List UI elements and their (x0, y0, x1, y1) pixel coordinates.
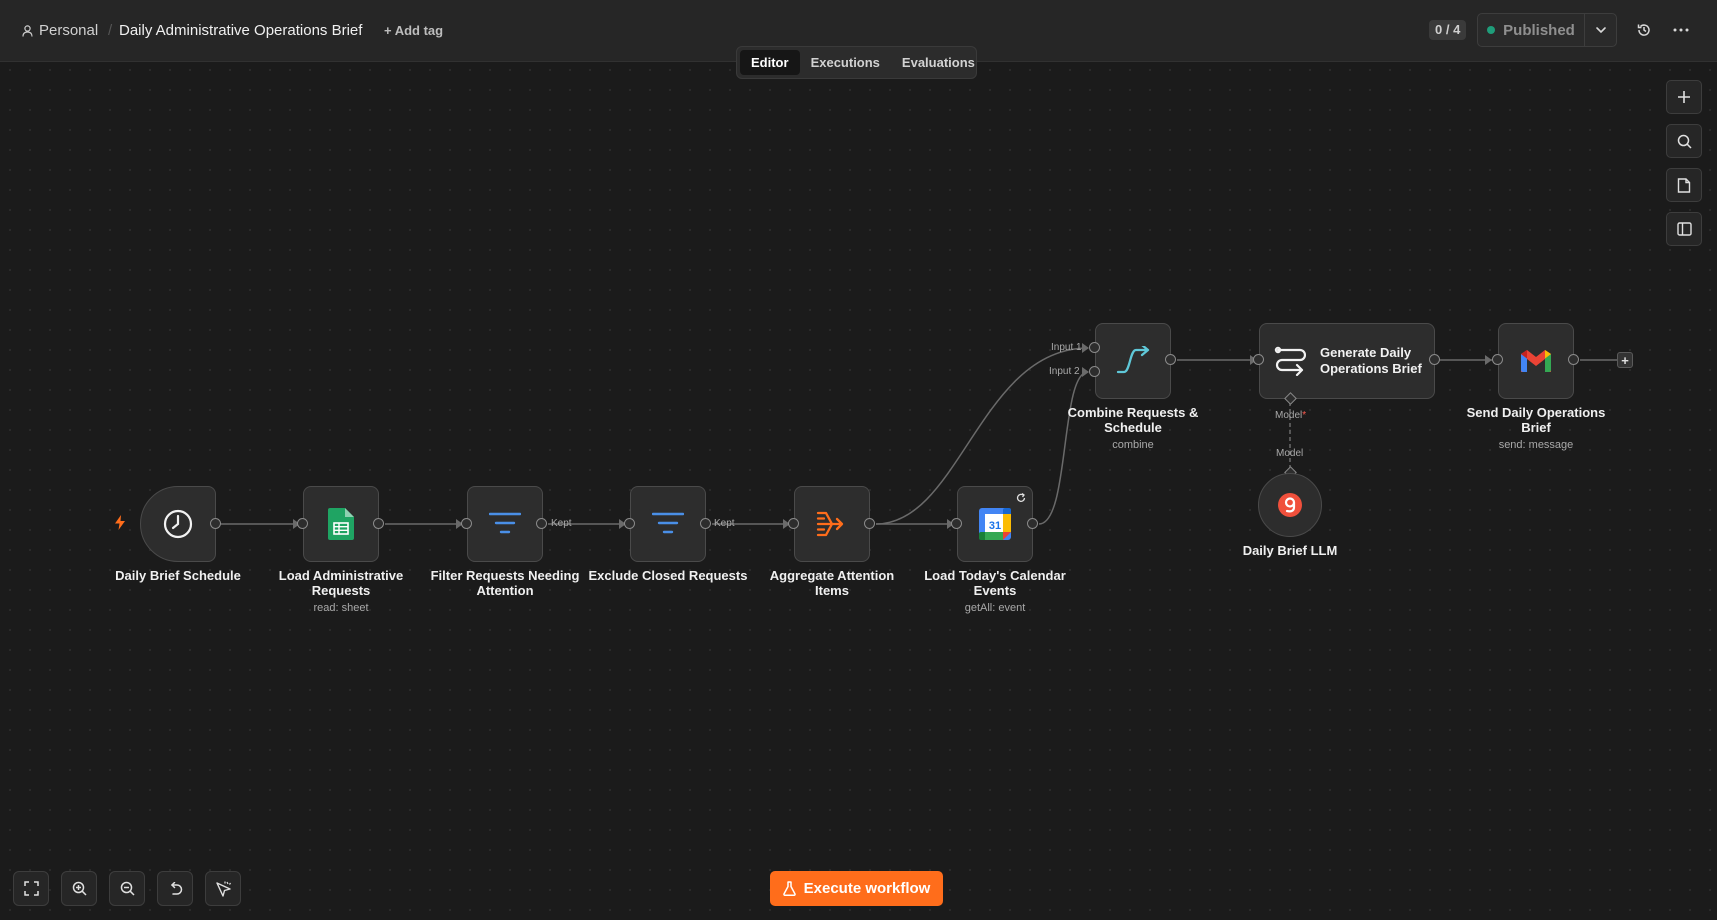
node-label: Exclude Closed Requests (588, 568, 748, 583)
input-2-handle[interactable] (1089, 366, 1100, 377)
node-send-daily-operations-brief[interactable] (1498, 323, 1574, 399)
output-handle[interactable] (1027, 518, 1038, 529)
node-label: Combine Requests & Schedule (1067, 405, 1199, 435)
output-handle[interactable] (1568, 354, 1579, 365)
google-calendar-icon: 31 (979, 508, 1011, 540)
node-daily-brief-schedule[interactable] (140, 486, 216, 562)
add-next-node-button[interactable]: + (1617, 352, 1633, 368)
gmail-icon (1521, 350, 1551, 372)
output-handle[interactable] (373, 518, 384, 529)
ai-agent-icon (1274, 346, 1306, 376)
input-handle[interactable] (461, 518, 472, 529)
node-aggregate-attention-items[interactable] (794, 486, 870, 562)
merge-icon (1116, 346, 1150, 374)
clock-icon (163, 509, 193, 539)
node-subtitle: getAll: event (964, 602, 1026, 614)
llm-logo-icon (1278, 493, 1302, 517)
fit-view-button[interactable] (13, 871, 49, 906)
reset-zoom-button[interactable] (157, 871, 193, 906)
trigger-bolt-icon (115, 515, 125, 530)
input-handle[interactable] (788, 518, 799, 529)
node-exclude-closed-requests[interactable] (630, 486, 706, 562)
zoom-in-icon (72, 881, 87, 896)
aggregate-icon (816, 511, 844, 537)
node-subtitle: combine (1112, 439, 1154, 451)
required-mark: * (1302, 410, 1307, 421)
google-sheets-icon (328, 508, 354, 540)
node-subtitle: read: sheet (313, 602, 369, 614)
tidy-up-button[interactable] (205, 871, 241, 906)
node-combine-requests-schedule[interactable] (1095, 323, 1171, 399)
node-load-todays-calendar-events[interactable]: 31 (957, 486, 1033, 562)
input-handle[interactable] (1492, 354, 1503, 365)
output-handle[interactable] (864, 518, 875, 529)
node-load-administrative-requests[interactable] (303, 486, 379, 562)
undo-icon (170, 881, 182, 895)
output-handle[interactable] (1429, 354, 1440, 365)
connections-layer (221, 343, 1617, 529)
node-label: Daily Brief Schedule (115, 568, 241, 583)
svg-text:31: 31 (989, 520, 1001, 532)
output-handle[interactable] (1165, 354, 1176, 365)
execute-label: Execute workflow (803, 880, 931, 897)
cleanup-icon (216, 881, 231, 897)
node-label: Load Today's Calendar Events (924, 568, 1066, 598)
node-generate-daily-operations-brief[interactable]: Generate Daily Operations Brief (1259, 323, 1435, 399)
node-label: Generate Daily Operations Brief (1320, 345, 1422, 376)
output-handle[interactable] (700, 518, 711, 529)
zoom-out-button[interactable] (109, 871, 145, 906)
zoom-out-icon (120, 881, 135, 896)
node-label: Load Administrative Requests (278, 568, 404, 598)
node-label: Aggregate Attention Items (769, 568, 895, 598)
input-handle[interactable] (624, 518, 635, 529)
node-daily-brief-llm[interactable] (1258, 473, 1322, 537)
input-handle[interactable] (297, 518, 308, 529)
filter-icon (489, 512, 521, 534)
input-1-label: Input 1 (1051, 342, 1082, 353)
node-label: Daily Brief LLM (1242, 543, 1338, 558)
connection-label-model: Model (1276, 448, 1304, 459)
edge-label-kept: Kept (551, 518, 572, 529)
zoom-in-button[interactable] (61, 871, 97, 906)
filter-icon (652, 512, 684, 534)
input-2-label: Input 2 (1049, 366, 1080, 377)
model-port-text: Model (1275, 410, 1303, 421)
execute-workflow-button[interactable]: Execute workflow (770, 871, 943, 906)
output-handle[interactable] (210, 518, 221, 529)
fit-view-icon (23, 881, 39, 896)
input-handle[interactable] (951, 518, 962, 529)
edge-label-kept: Kept (714, 518, 735, 529)
refresh-icon (1016, 493, 1026, 502)
input-handle[interactable] (1253, 354, 1264, 365)
input-1-handle[interactable] (1089, 342, 1100, 353)
output-handle[interactable] (536, 518, 547, 529)
node-label: Filter Requests Needing Attention (430, 568, 580, 598)
node-label: Send Daily Operations Brief (1466, 405, 1606, 435)
node-filter-requests-needing-attention[interactable] (467, 486, 543, 562)
model-port-label: Model* (1275, 410, 1306, 421)
node-subtitle: send: message (1498, 439, 1574, 451)
flask-icon (782, 881, 796, 896)
